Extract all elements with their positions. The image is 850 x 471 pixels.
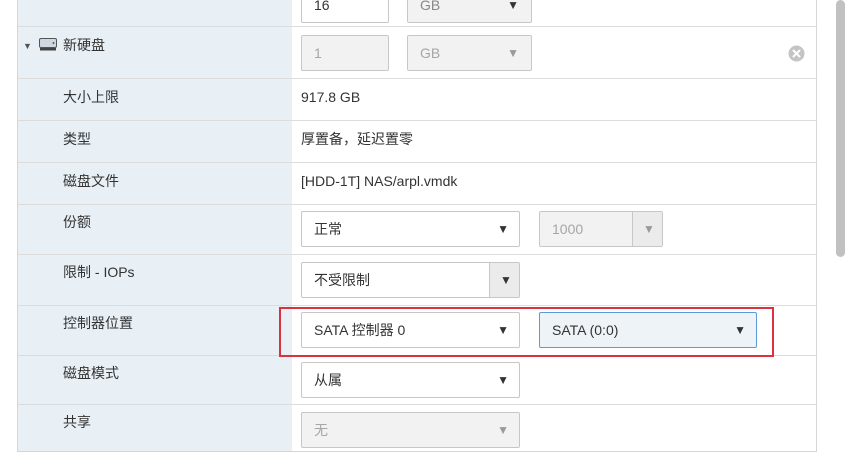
chevron-down-icon[interactable]: ▼ — [23, 41, 32, 51]
caret-down-icon: ▼ — [500, 273, 512, 287]
shares-label: 份额 — [63, 214, 91, 230]
disk-size-input[interactable]: 1 — [301, 35, 389, 71]
memory-size-value: 16 — [314, 0, 330, 13]
caret-down-icon: ▼ — [497, 222, 509, 236]
limit-iops-label: 限制 - IOPs — [63, 264, 135, 280]
memory-unit-select[interactable]: GB ▼ — [407, 0, 532, 23]
disk-file-label: 磁盘文件 — [63, 173, 119, 189]
disk-mode-label: 磁盘模式 — [63, 365, 119, 381]
type-value: 厚置备，延迟置零 — [301, 131, 413, 147]
disk-file-row: 磁盘文件 [HDD-1T] NAS/arpl.vmdk — [18, 163, 817, 205]
limit-iops-row: 限制 - IOPs 不受限制 ▼ — [18, 255, 817, 306]
memory-size-input[interactable]: 16 — [301, 0, 389, 23]
type-label: 类型 — [63, 131, 91, 147]
hard-disk-icon — [39, 38, 57, 51]
sharing-row: 共享 无 ▼ — [18, 405, 817, 452]
caret-down-icon: ▼ — [507, 0, 519, 12]
max-size-value: 917.8 GB — [301, 89, 361, 105]
scrollbar-thumb[interactable] — [836, 0, 845, 257]
shares-row: 份额 正常 ▼ 1000 ▼ — [18, 205, 817, 255]
disk-mode-value: 从属 — [314, 372, 342, 388]
remove-circle-icon[interactable] — [788, 45, 805, 65]
shares-number-dropdown[interactable]: ▼ — [632, 212, 662, 246]
disk-mode-select[interactable]: 从属 ▼ — [301, 362, 520, 398]
disk-file-value: [HDD-1T] NAS/arpl.vmdk — [301, 173, 458, 189]
limit-iops-select[interactable]: 不受限制 ▼ — [301, 262, 520, 298]
shares-number-value: 1000 — [552, 221, 584, 237]
limit-iops-dropdown[interactable]: ▼ — [489, 263, 519, 297]
caret-down-icon: ▼ — [643, 222, 655, 236]
shares-select-value: 正常 — [314, 221, 342, 237]
shares-select[interactable]: 正常 ▼ — [301, 211, 520, 247]
sharing-value: 无 — [314, 422, 328, 438]
sharing-select[interactable]: 无 ▼ — [301, 412, 520, 448]
max-size-row: 大小上限 917.8 GB — [18, 79, 817, 121]
caret-down-icon: ▼ — [497, 373, 509, 387]
new-disk-title: 新硬盘 — [63, 37, 105, 53]
disk-size-value: 1 — [314, 45, 322, 61]
type-row: 类型 厚置备，延迟置零 — [18, 121, 817, 163]
new-disk-row: ▼ 新硬盘 1 GB ▼ — [18, 27, 817, 79]
caret-down-icon: ▼ — [497, 423, 509, 437]
max-size-label: 大小上限 — [63, 89, 119, 105]
controller-location-label: 控制器位置 — [63, 315, 133, 331]
memory-row: 16 GB ▼ — [18, 0, 817, 27]
controller-location-highlight — [279, 307, 774, 357]
vm-hardware-settings-panel: 16 GB ▼ ▼ 新硬盘 1 GB ▼ 大小上限 917.8 GB 类型 厚置… — [17, 0, 817, 452]
caret-down-icon: ▼ — [507, 46, 519, 60]
sharing-label: 共享 — [63, 414, 91, 430]
disk-unit-select[interactable]: GB ▼ — [407, 35, 532, 71]
limit-iops-value: 不受限制 — [314, 272, 370, 288]
disk-unit-value: GB — [420, 45, 441, 61]
memory-unit-value: GB — [420, 0, 441, 13]
shares-number-input[interactable]: 1000 ▼ — [539, 211, 663, 247]
disk-mode-row: 磁盘模式 从属 ▼ — [18, 356, 817, 405]
